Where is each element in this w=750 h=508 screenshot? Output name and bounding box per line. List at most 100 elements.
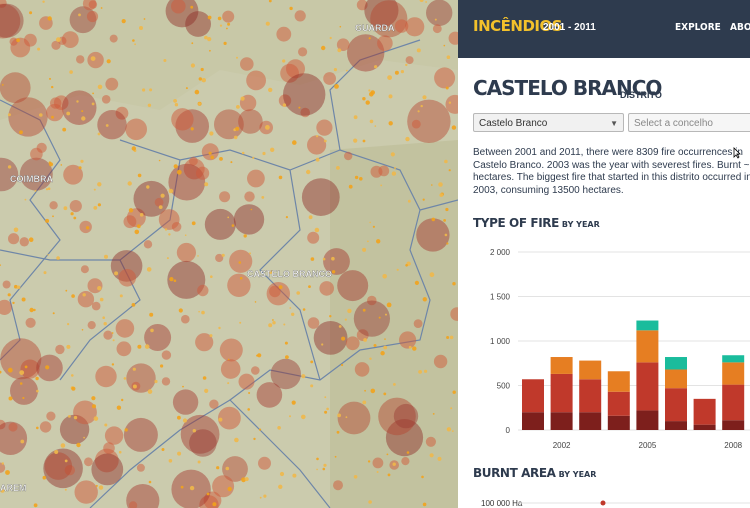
fire-bubble[interactable] bbox=[80, 265, 89, 274]
fire-bubble[interactable] bbox=[87, 51, 104, 69]
fire-bubble[interactable] bbox=[79, 220, 92, 234]
fire-bubble[interactable] bbox=[266, 282, 290, 306]
fire-bubble[interactable] bbox=[91, 301, 101, 311]
fire-bubble[interactable] bbox=[316, 119, 333, 136]
fire-bubble[interactable] bbox=[425, 436, 436, 447]
fire-bubble[interactable] bbox=[307, 317, 320, 329]
fire-bubble[interactable] bbox=[426, 0, 453, 26]
bar-segment[interactable] bbox=[579, 379, 602, 413]
fire-bubble[interactable] bbox=[136, 463, 145, 472]
bar-segment[interactable] bbox=[722, 362, 745, 385]
fire-bubble[interactable] bbox=[2, 280, 11, 289]
fire-bubble[interactable] bbox=[301, 178, 340, 217]
map-canvas[interactable]: GUARDA COIMBRA CASTELO BRANCO AREM bbox=[0, 0, 458, 508]
fire-bubble[interactable] bbox=[86, 10, 99, 23]
fire-bubble[interactable] bbox=[377, 35, 393, 51]
fire-bubble[interactable] bbox=[74, 480, 98, 504]
fire-bubble[interactable] bbox=[189, 429, 217, 457]
fire-bubble[interactable] bbox=[176, 242, 196, 263]
fire-bubble[interactable] bbox=[8, 233, 20, 245]
fire-bubble[interactable] bbox=[353, 300, 390, 337]
fire-bubble[interactable] bbox=[19, 237, 29, 247]
fire-bubble[interactable] bbox=[8, 422, 18, 432]
fire-bubble[interactable] bbox=[378, 165, 390, 177]
fire-bubble[interactable] bbox=[8, 97, 48, 137]
fire-bubble[interactable] bbox=[88, 0, 98, 9]
bar-segment[interactable] bbox=[607, 415, 630, 430]
fire-bubble[interactable] bbox=[432, 24, 442, 34]
fire-bubble[interactable] bbox=[219, 338, 243, 362]
fire-map[interactable]: GUARDA COIMBRA CASTELO BRANCO AREM bbox=[0, 0, 458, 508]
fire-bubble[interactable] bbox=[46, 411, 56, 421]
fire-bubble[interactable] bbox=[171, 222, 182, 232]
fire-bubble[interactable] bbox=[143, 240, 153, 249]
fire-bubble[interactable] bbox=[69, 200, 82, 213]
fire-bubble[interactable] bbox=[433, 354, 448, 369]
fire-bubble[interactable] bbox=[126, 363, 156, 393]
bar-segment[interactable] bbox=[579, 360, 602, 380]
fire-bubble[interactable] bbox=[337, 270, 369, 302]
bar-segment[interactable] bbox=[636, 330, 659, 363]
fire-bubble[interactable] bbox=[87, 278, 103, 294]
fire-bubble[interactable] bbox=[344, 151, 353, 161]
fire-bubble[interactable] bbox=[246, 70, 266, 91]
fire-bubble[interactable] bbox=[36, 142, 47, 153]
fire-bubble[interactable] bbox=[116, 341, 132, 357]
fire-bubble[interactable] bbox=[283, 73, 326, 116]
fire-bubble[interactable] bbox=[51, 40, 61, 50]
fire-bubble[interactable] bbox=[298, 47, 308, 57]
fire-bubble[interactable] bbox=[77, 291, 95, 308]
fire-bubble[interactable] bbox=[238, 109, 263, 134]
fire-bubble[interactable] bbox=[39, 421, 52, 433]
fire-bubble[interactable] bbox=[172, 389, 199, 415]
fire-bubble[interactable] bbox=[97, 110, 127, 140]
fire-bubble[interactable] bbox=[91, 453, 124, 486]
fire-bubble[interactable] bbox=[354, 362, 370, 377]
fire-bubble[interactable] bbox=[84, 457, 93, 467]
fire-bubble[interactable] bbox=[95, 365, 117, 388]
fire-bubble[interactable] bbox=[123, 215, 137, 229]
bar-segment[interactable] bbox=[665, 421, 687, 430]
fire-bubble[interactable] bbox=[393, 403, 419, 429]
bar-segment[interactable] bbox=[550, 412, 573, 430]
nav-about[interactable]: ABOUT bbox=[730, 22, 750, 33]
fire-bubble[interactable] bbox=[10, 376, 38, 405]
bar-segment[interactable] bbox=[722, 420, 745, 430]
bar-segment[interactable] bbox=[722, 384, 745, 421]
fire-bubble[interactable] bbox=[394, 19, 409, 33]
nav-explore[interactable]: EXPLORE bbox=[675, 22, 721, 33]
fire-bubble[interactable] bbox=[104, 426, 124, 445]
fire-bubble[interactable] bbox=[36, 354, 63, 382]
fire-bubble[interactable] bbox=[49, 201, 58, 210]
fire-bubble[interactable] bbox=[46, 103, 64, 122]
fire-bubble[interactable] bbox=[161, 350, 172, 360]
fire-bubble[interactable] bbox=[24, 33, 37, 47]
fire-bubble[interactable] bbox=[238, 373, 255, 390]
fire-bubble[interactable] bbox=[247, 169, 265, 188]
fire-bubble[interactable] bbox=[307, 135, 327, 155]
fire-bubble[interactable] bbox=[125, 118, 147, 141]
fire-bubble[interactable] bbox=[61, 90, 97, 125]
concelho-select[interactable]: Select a concelho bbox=[628, 113, 750, 132]
bar-segment[interactable] bbox=[579, 412, 602, 430]
fire-bubble[interactable] bbox=[123, 417, 158, 452]
distrito-select[interactable]: Castelo Branco ▼ bbox=[473, 113, 624, 132]
fire-bubble[interactable] bbox=[181, 314, 190, 324]
fire-bubble[interactable] bbox=[87, 321, 96, 330]
fire-bubble[interactable] bbox=[405, 56, 414, 65]
fire-bubble[interactable] bbox=[240, 57, 254, 71]
fire-bubble[interactable] bbox=[154, 197, 164, 207]
fire-bubble[interactable] bbox=[345, 336, 360, 351]
fire-bubble[interactable] bbox=[319, 281, 335, 296]
fire-bubble[interactable] bbox=[222, 10, 235, 23]
bar-segment[interactable] bbox=[636, 410, 659, 430]
bar-segment[interactable] bbox=[522, 379, 544, 413]
fire-bubble[interactable] bbox=[171, 108, 194, 131]
fire-bubble[interactable] bbox=[411, 119, 421, 129]
bar-segment[interactable] bbox=[693, 398, 716, 425]
fire-bubble[interactable] bbox=[416, 218, 450, 252]
fire-bubble[interactable] bbox=[294, 10, 306, 22]
fire-bubble[interactable] bbox=[115, 319, 135, 338]
fire-bubble[interactable] bbox=[73, 400, 97, 425]
bar-segment[interactable] bbox=[550, 373, 573, 413]
